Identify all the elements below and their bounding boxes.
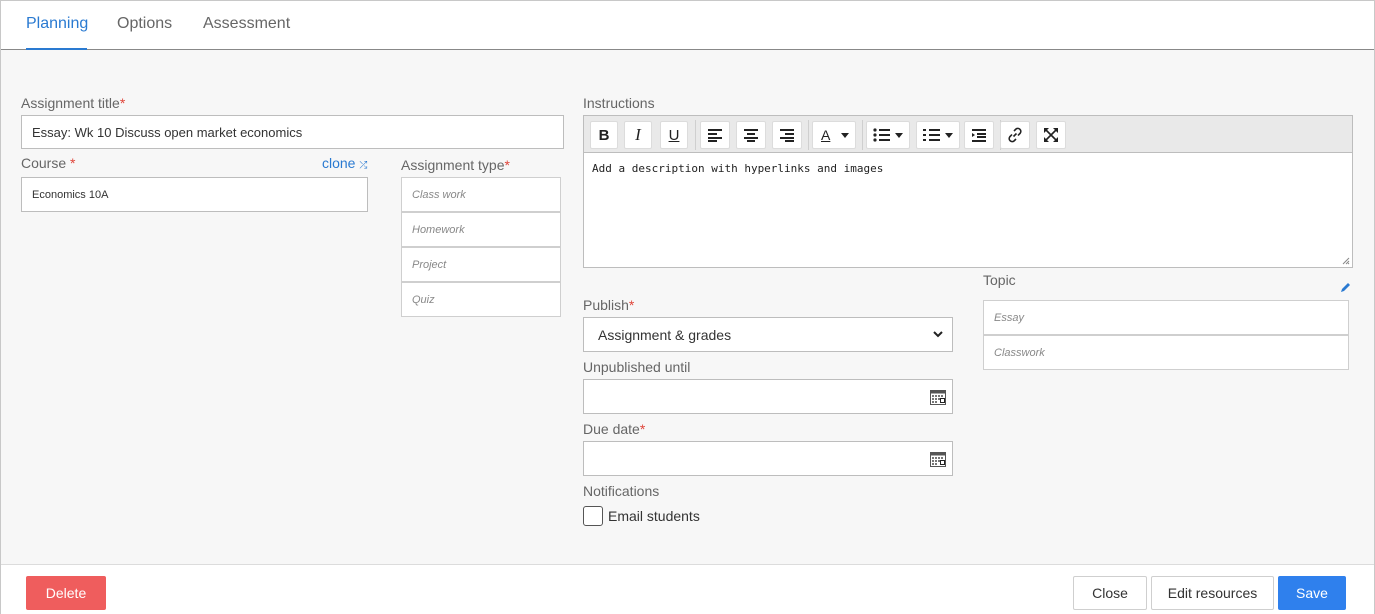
indent-icon[interactable] xyxy=(964,121,994,149)
clone-link[interactable]: clone ⤮ xyxy=(322,155,367,171)
tab-planning[interactable]: Planning xyxy=(26,15,88,33)
assignment-type-option[interactable]: Project xyxy=(401,247,561,282)
due-date-label: Due date* xyxy=(583,421,646,437)
assignment-type-option[interactable]: Homework xyxy=(401,212,561,247)
bulleted-list-icon[interactable] xyxy=(866,121,910,149)
email-students-checkbox[interactable] xyxy=(583,506,603,526)
numbered-list-icon[interactable] xyxy=(916,121,960,149)
edit-resources-button[interactable]: Edit resources xyxy=(1151,576,1274,610)
calendar-icon[interactable] xyxy=(930,389,946,405)
italic-icon[interactable]: I xyxy=(624,121,652,149)
pencil-icon[interactable] xyxy=(1340,282,1351,293)
assignment-type-option[interactable]: Quiz xyxy=(401,282,561,317)
email-students-label: Email students xyxy=(608,508,700,524)
align-right-icon[interactable] xyxy=(772,121,802,149)
editor-toolbar: B I U A xyxy=(584,116,1352,153)
calendar-icon[interactable] xyxy=(930,451,946,467)
bold-icon[interactable]: B xyxy=(590,121,618,149)
publish-select[interactable]: Assignment & grades xyxy=(583,317,953,352)
toolbar-divider xyxy=(862,120,863,150)
align-left-icon[interactable] xyxy=(700,121,730,149)
notifications-label: Notifications xyxy=(583,483,660,499)
font-color-icon[interactable]: A xyxy=(812,121,856,149)
shuffle-icon: ⤮ xyxy=(359,160,368,171)
save-button[interactable]: Save xyxy=(1278,576,1346,610)
assignment-type-label: Assignment type* xyxy=(401,157,510,173)
link-icon[interactable] xyxy=(1000,121,1030,149)
instructions-label: Instructions xyxy=(583,95,655,111)
caret-down-icon xyxy=(945,133,953,138)
unpublished-until-label: Unpublished until xyxy=(583,359,691,375)
chevron-down-icon xyxy=(933,331,943,338)
active-tab-indicator xyxy=(26,48,87,50)
tab-options[interactable]: Options xyxy=(117,15,172,33)
fullscreen-icon[interactable] xyxy=(1036,121,1066,149)
toolbar-divider xyxy=(808,120,809,150)
dialog-footer: Delete Close Edit resources Save xyxy=(1,564,1374,614)
publish-selected-value: Assignment & grades xyxy=(598,326,732,343)
caret-down-icon xyxy=(841,133,849,138)
tab-bar: Planning Options Assessment xyxy=(1,1,1374,50)
course-label: Course * xyxy=(21,155,76,171)
instructions-textarea[interactable]: Add a description with hyperlinks and im… xyxy=(584,153,1352,184)
due-date-field[interactable] xyxy=(583,441,953,476)
course-field[interactable]: Economics 10A xyxy=(21,177,368,212)
resize-grip-icon[interactable] xyxy=(1342,257,1350,265)
underline-icon[interactable]: U xyxy=(660,121,688,149)
caret-down-icon xyxy=(895,133,903,138)
close-button[interactable]: Close xyxy=(1073,576,1147,610)
publish-label: Publish* xyxy=(583,297,635,313)
delete-button[interactable]: Delete xyxy=(26,576,106,610)
topic-option[interactable]: Essay xyxy=(983,300,1349,335)
tab-assessment[interactable]: Assessment xyxy=(203,15,290,33)
unpublished-until-field[interactable] xyxy=(583,379,953,414)
instructions-editor: B I U A Add a description with hyperlink… xyxy=(583,115,1353,268)
topic-label: Topic xyxy=(983,272,1016,288)
assignment-title-label: Assignment title* xyxy=(21,95,126,111)
align-center-icon[interactable] xyxy=(736,121,766,149)
assignment-title-input[interactable]: Essay: Wk 10 Discuss open market economi… xyxy=(21,115,564,149)
assignment-dialog: Planning Options Assessment Assignment t… xyxy=(0,0,1375,614)
assignment-type-option[interactable]: Class work xyxy=(401,177,561,212)
toolbar-divider xyxy=(695,120,696,150)
topic-option[interactable]: Classwork xyxy=(983,335,1349,370)
